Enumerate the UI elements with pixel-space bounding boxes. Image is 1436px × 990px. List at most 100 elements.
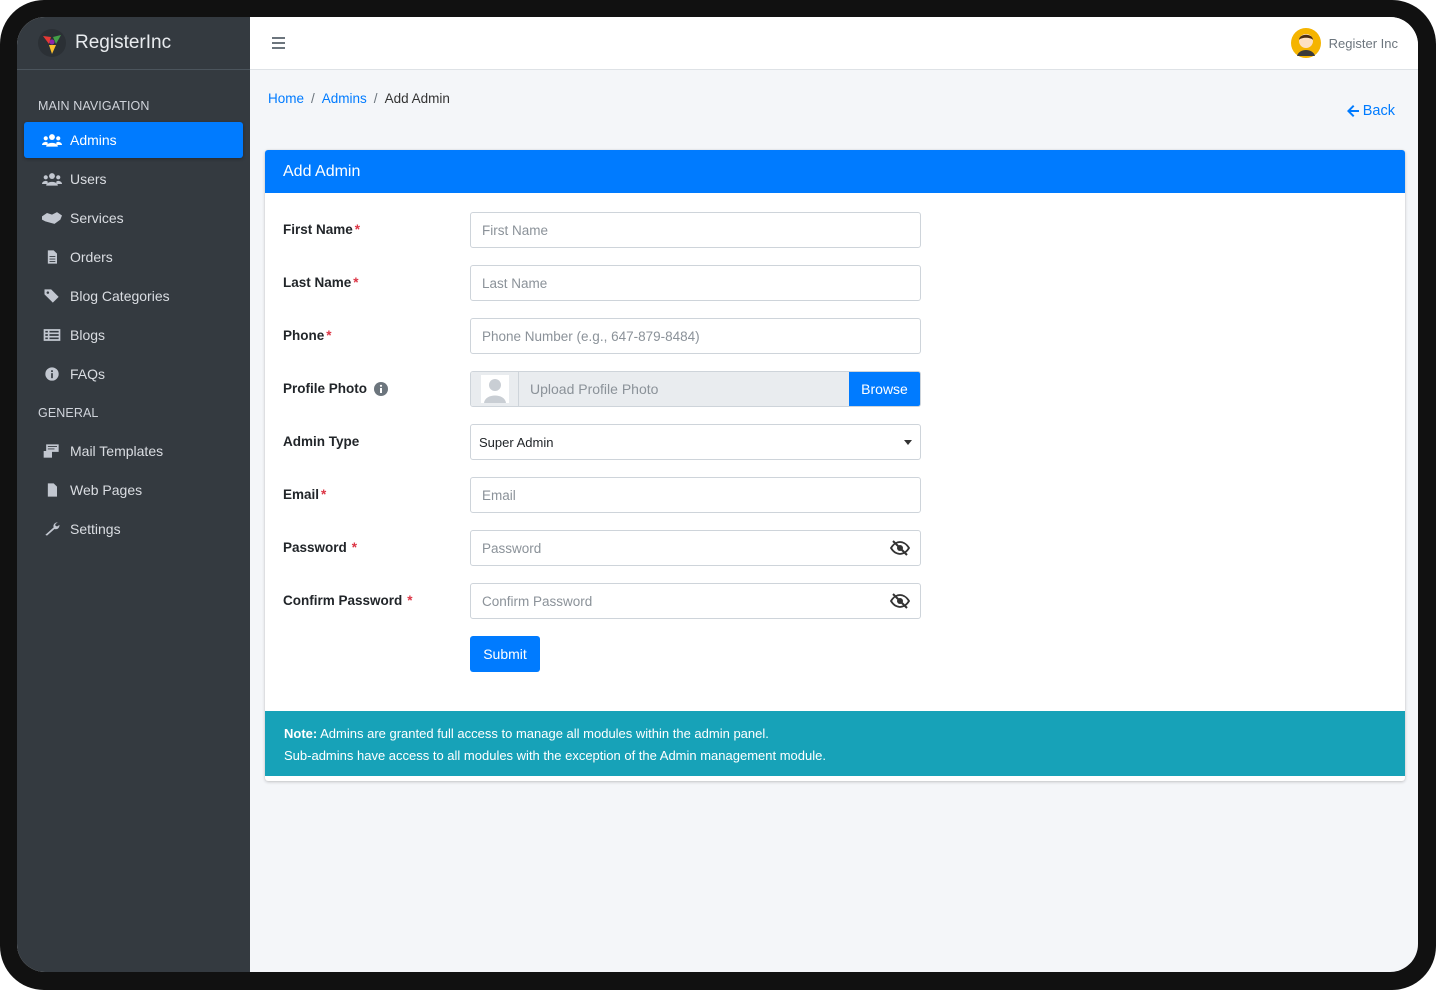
note-line-1-text: Admins are granted full access to manage…	[320, 726, 769, 741]
eye-slash-icon[interactable]	[890, 540, 910, 556]
user-menu[interactable]: Register Inc	[1290, 27, 1398, 59]
confirm-password-input[interactable]	[470, 583, 921, 619]
admin-type-select[interactable]: Super Admin	[470, 424, 921, 460]
sidebar-item-admins[interactable]: Admins	[24, 122, 243, 158]
password-row: Password *	[265, 530, 1405, 566]
sidebar-item-label: Users	[70, 171, 107, 187]
back-label: Back	[1362, 103, 1395, 119]
brand-logo-icon	[38, 29, 66, 57]
confirm-password-row: Confirm Password *	[265, 583, 1405, 619]
admin-type-row: Admin Type Super Admin	[265, 424, 1405, 460]
users-icon	[40, 170, 64, 188]
first-name-input[interactable]	[470, 212, 921, 248]
sidebar-item-mail-templates[interactable]: Mail Templates	[24, 433, 243, 469]
email-label: Email *	[283, 487, 326, 502]
sidebar-item-orders[interactable]: Orders	[24, 239, 243, 275]
sidebar-item-settings[interactable]: Settings	[24, 511, 243, 547]
first-name-label-text: First Name	[283, 222, 353, 237]
topbar: Register Inc	[250, 17, 1418, 70]
breadcrumb-home[interactable]: Home	[268, 91, 304, 106]
wrench-icon	[40, 520, 64, 538]
handshake-icon	[40, 209, 64, 227]
note-prefix: Note:	[284, 726, 318, 741]
email-label-text: Email	[283, 487, 320, 502]
breadcrumb-admins[interactable]: Admins	[322, 91, 367, 106]
browse-button[interactable]: Browse	[849, 372, 920, 406]
add-admin-form: First Name* Last Name* Phone*	[265, 193, 1405, 711]
sidebar-item-blog-categories[interactable]: Blog Categories	[24, 278, 243, 314]
admin-type-label-text: Admin Type	[283, 434, 360, 449]
mail-templates-icon	[40, 442, 64, 460]
required-marker: *	[407, 593, 413, 608]
sidebar-item-blogs[interactable]: Blogs	[24, 317, 243, 353]
nav-header-main: MAIN NAVIGATION	[38, 99, 150, 113]
avatar	[1290, 28, 1321, 58]
profile-photo-row: Profile Photo Upload Profile Photo Brows…	[265, 371, 1405, 407]
last-name-input[interactable]	[470, 265, 921, 301]
required-marker: *	[351, 540, 358, 555]
device-frame: RegisterInc MAIN NAVIGATION Admins Users	[0, 0, 1436, 990]
sidebar-item-faqs[interactable]: FAQs	[24, 356, 243, 392]
users-icon	[40, 131, 64, 149]
required-marker: *	[326, 328, 332, 343]
main-nav: Admins Users Services Orders Blog Catego…	[17, 122, 250, 392]
profile-photo-upload[interactable]: Upload Profile Photo Browse	[470, 371, 921, 407]
note-banner: Note: Admins are granted full access to …	[265, 711, 1405, 776]
password-label: Password *	[283, 540, 357, 555]
phone-row: Phone *	[265, 318, 1405, 354]
page-icon	[40, 481, 64, 499]
last-name-row: Last Name *	[265, 265, 1405, 301]
menu-toggle-icon[interactable]	[270, 33, 290, 53]
sidebar-item-label: Blogs	[70, 327, 106, 343]
main-content: Home / Admins / Add Admin Back Add Admin…	[250, 71, 1418, 972]
general-nav: Mail Templates Web Pages Settings	[17, 433, 250, 547]
tag-icon	[40, 287, 64, 305]
sidebar: RegisterInc MAIN NAVIGATION Admins Users	[17, 17, 250, 972]
password-label-text: Password	[283, 540, 347, 555]
sidebar-item-label: Orders	[70, 249, 113, 265]
file-icon	[40, 248, 64, 266]
list-icon	[40, 326, 64, 344]
info-icon[interactable]	[374, 381, 388, 396]
admin-type-label: Admin Type	[283, 434, 359, 449]
first-name-row: First Name *	[265, 212, 1405, 248]
arrow-left-icon	[1346, 105, 1359, 117]
note-line-2: Sub-admins have access to all modules wi…	[284, 748, 826, 763]
eye-slash-icon[interactable]	[890, 593, 910, 609]
caret-down-icon	[904, 440, 912, 445]
upload-text: Upload Profile Photo	[519, 372, 849, 406]
confirm-password-label-text: Confirm Password	[283, 593, 403, 608]
screen: RegisterInc MAIN NAVIGATION Admins Users	[17, 17, 1418, 972]
breadcrumb: Home / Admins / Add Admin	[268, 91, 450, 106]
required-marker: *	[321, 487, 327, 502]
password-input[interactable]	[470, 530, 921, 566]
email-input[interactable]	[470, 477, 921, 513]
admin-type-selected: Super Admin	[479, 434, 554, 450]
info-icon	[40, 365, 64, 383]
avatar-placeholder-icon	[471, 372, 519, 406]
sidebar-item-label: Blog Categories	[70, 288, 170, 304]
sidebar-item-services[interactable]: Services	[24, 200, 243, 236]
confirm-password-label: Confirm Password *	[283, 593, 413, 608]
note-line-1: Note: Admins are granted full access to …	[284, 723, 1386, 745]
phone-input[interactable]	[470, 318, 921, 354]
first-name-label: First Name *	[283, 222, 360, 237]
sidebar-item-label: Settings	[70, 521, 121, 537]
sidebar-item-web-pages[interactable]: Web Pages	[24, 472, 243, 508]
profile-photo-label: Profile Photo	[283, 381, 388, 396]
sidebar-item-label: FAQs	[70, 366, 106, 382]
breadcrumb-separator: /	[311, 91, 315, 106]
submit-button[interactable]: Submit	[470, 636, 540, 672]
back-button[interactable]: Back	[1346, 103, 1395, 119]
nav-header-general: GENERAL	[38, 406, 99, 420]
sidebar-item-users[interactable]: Users	[24, 161, 243, 197]
last-name-label-text: Last Name	[283, 275, 352, 290]
brand[interactable]: RegisterInc	[17, 17, 250, 70]
submit-row: Submit	[265, 636, 1405, 672]
sidebar-item-label: Admins	[70, 132, 117, 148]
brand-name: RegisterInc	[75, 32, 172, 53]
sidebar-item-label: Services	[70, 210, 124, 226]
phone-label: Phone *	[283, 328, 332, 343]
last-name-label: Last Name *	[283, 275, 359, 290]
card-title: Add Admin	[265, 150, 1405, 193]
